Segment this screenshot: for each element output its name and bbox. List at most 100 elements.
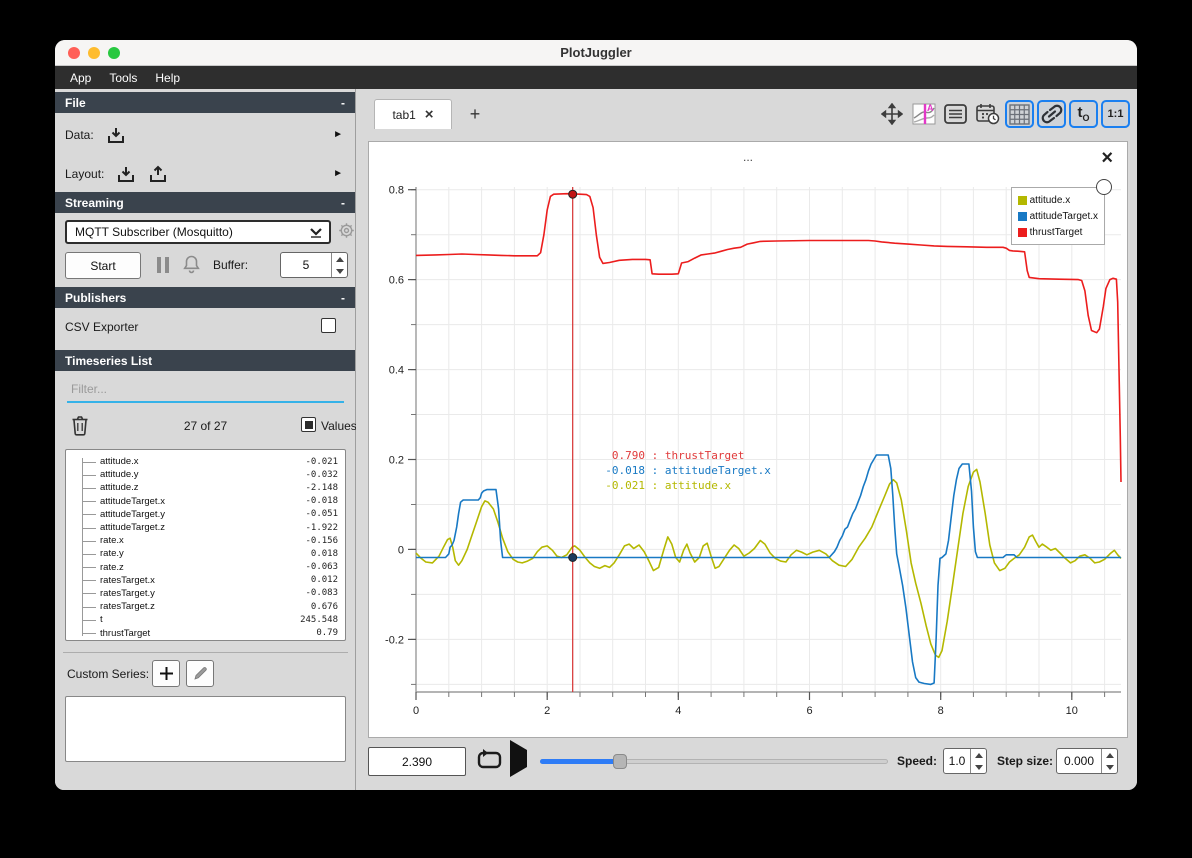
pause-icon[interactable]: [156, 256, 170, 274]
plot-close-icon[interactable]: ×: [1101, 148, 1113, 168]
section-header-streaming[interactable]: Streaming -: [55, 192, 355, 213]
sidebar: File - Data: ► Layout: ► Streaming - MQT…: [55, 89, 357, 790]
timeseries-name[interactable]: attitudeTarget.z: [100, 522, 165, 533]
curve-tracker-icon[interactable]: A: [909, 100, 938, 128]
timeseries-row[interactable]: attitude.x -0.021: [82, 455, 345, 468]
start-button[interactable]: Start: [65, 252, 141, 279]
timeseries-value: 0.012: [310, 575, 338, 586]
publishers-section-title: Publishers: [65, 290, 127, 305]
pan-zoom-icon[interactable]: [877, 100, 906, 128]
data-menu-arrow[interactable]: ►: [333, 129, 343, 140]
streaming-settings-gear-icon[interactable]: [338, 222, 355, 239]
plot-axes[interactable]: 0 2 4 6 8 10 0.8 0.6 0.4 0.2 0 -0.2: [385, 185, 1122, 717]
notifications-bell-icon[interactable]: [182, 254, 201, 274]
timeseries-row[interactable]: rate.z -0.063: [82, 561, 345, 574]
tab-tab1[interactable]: tab1 ×: [374, 99, 452, 129]
new-tab-button[interactable]: +: [462, 101, 488, 127]
timeseries-list[interactable]: attitude.x -0.021 attitude.y -0.032 attitude…: [65, 449, 346, 641]
plot-legend[interactable]: attitude.x attitudeTarget.x thrustTarget: [1010, 187, 1105, 245]
tree-line: [82, 458, 83, 636]
timeseries-row[interactable]: rate.y 0.018: [82, 547, 345, 560]
timeseries-row[interactable]: ratesTarget.z 0.676: [82, 600, 345, 613]
section-header-publishers[interactable]: Publishers -: [55, 287, 355, 308]
plot-corner-handle[interactable]: [1096, 179, 1112, 195]
edit-custom-series-button[interactable]: [186, 660, 214, 687]
grid-layout-icon[interactable]: [1005, 100, 1034, 128]
values-checkbox[interactable]: [301, 417, 316, 432]
timeseries-name[interactable]: ratesTarget.y: [100, 588, 155, 599]
ratio-icon[interactable]: 1:1: [1101, 100, 1130, 128]
timeseries-row[interactable]: rate.x -0.156: [82, 534, 345, 547]
time-readout-box[interactable]: 2.390: [368, 747, 466, 776]
time-offset-icon[interactable]: tO: [1069, 100, 1098, 128]
section-header-timeseries[interactable]: Timeseries List: [55, 350, 355, 371]
close-window-button[interactable]: [68, 47, 80, 59]
legend-color-chip: [1017, 195, 1027, 205]
timeseries-name[interactable]: attitudeTarget.x: [100, 496, 165, 507]
plotjuggler-window: PlotJuggler App Tools Help File - Data: ► …: [55, 40, 1137, 790]
step-size-spinbox[interactable]: 0.000: [1056, 748, 1118, 774]
timeseries-value: 245.548: [300, 614, 338, 625]
menu-item-help[interactable]: Help: [146, 69, 189, 87]
legend-item[interactable]: attitude.x: [1017, 192, 1098, 208]
layout-menu-arrow[interactable]: ►: [333, 168, 343, 179]
streaming-source-select[interactable]: MQTT Subscriber (Mosquitto): [65, 220, 331, 244]
timeseries-name[interactable]: attitudeTarget.y: [100, 509, 165, 520]
timeseries-name[interactable]: ratesTarget.x: [100, 575, 155, 586]
timeseries-name[interactable]: t: [100, 614, 103, 625]
custom-series-list[interactable]: [65, 696, 346, 762]
legend-item[interactable]: attitudeTarget.x: [1017, 208, 1098, 224]
section-header-file[interactable]: File -: [55, 92, 355, 113]
timeseries-name[interactable]: attitude.z: [100, 482, 139, 493]
buffer-spin-arrows[interactable]: [331, 253, 347, 277]
timeseries-row[interactable]: attitude.z -2.148: [82, 481, 345, 494]
add-custom-series-button[interactable]: [152, 660, 180, 687]
load-data-icon[interactable]: [106, 126, 126, 145]
tab-close-icon[interactable]: ×: [425, 107, 434, 122]
plot-widget[interactable]: ... × attitude.x attitudeTarget.x thrustTa…: [368, 141, 1128, 738]
values-label: Values: [321, 419, 357, 433]
timeseries-name[interactable]: rate.y: [100, 548, 124, 559]
plot-canvas[interactable]: 0 2 4 6 8 10 0.8 0.6 0.4 0.2 0 -0.2: [385, 185, 1122, 717]
csv-exporter-checkbox[interactable]: [321, 318, 336, 333]
timeseries-row[interactable]: attitude.y -0.032: [82, 468, 345, 481]
speed-spinbox[interactable]: 1.0: [943, 748, 987, 774]
menu-item-app[interactable]: App: [61, 69, 100, 87]
time-slider[interactable]: [540, 754, 888, 769]
timeseries-name[interactable]: rate.z: [100, 562, 124, 573]
plot-title[interactable]: ...: [369, 150, 1127, 164]
timeseries-name[interactable]: thrustTarget: [100, 628, 150, 639]
timeseries-name[interactable]: attitude.x: [100, 456, 139, 467]
timeseries-name[interactable]: ratesTarget.z: [100, 601, 155, 612]
minimize-window-button[interactable]: [88, 47, 100, 59]
svg-text:0.2: 0.2: [389, 455, 404, 467]
slider-handle[interactable]: [613, 754, 628, 769]
timeseries-row[interactable]: t 245.548: [82, 613, 345, 626]
timeseries-row[interactable]: ratesTarget.y -0.083: [82, 587, 345, 600]
collapse-indicator: -: [341, 95, 345, 110]
buffer-label: Buffer:: [213, 258, 249, 272]
loop-icon[interactable]: [476, 748, 503, 773]
timeseries-row[interactable]: thrustTarget 0.79: [82, 626, 345, 639]
legend-item[interactable]: thrustTarget: [1017, 224, 1098, 240]
timeseries-row[interactable]: ratesTarget.x 0.012: [82, 574, 345, 587]
timeseries-value: -0.156: [305, 535, 338, 546]
plot-list-icon[interactable]: [941, 100, 970, 128]
menu-item-tools[interactable]: Tools: [100, 69, 146, 87]
save-layout-icon[interactable]: [148, 165, 168, 184]
datetime-icon[interactable]: [973, 100, 1002, 128]
speed-spin-arrows[interactable]: [970, 749, 986, 773]
link-axes-icon[interactable]: [1037, 100, 1066, 128]
timeseries-row[interactable]: attitudeTarget.x -0.018: [82, 495, 345, 508]
step-spin-arrows[interactable]: [1101, 749, 1117, 773]
timeseries-name[interactable]: rate.x: [100, 535, 124, 546]
timeseries-row[interactable]: attitudeTarget.y -0.051: [82, 508, 345, 521]
load-layout-icon[interactable]: [116, 165, 136, 184]
zoom-window-button[interactable]: [108, 47, 120, 59]
timeseries-name[interactable]: attitude.y: [100, 469, 139, 480]
timeseries-row[interactable]: attitudeTarget.z -1.922: [82, 521, 345, 534]
time-value: 2.390: [401, 754, 433, 769]
buffer-spinbox[interactable]: 5: [280, 252, 348, 278]
filter-input[interactable]: [67, 379, 344, 403]
play-button[interactable]: [510, 740, 527, 777]
